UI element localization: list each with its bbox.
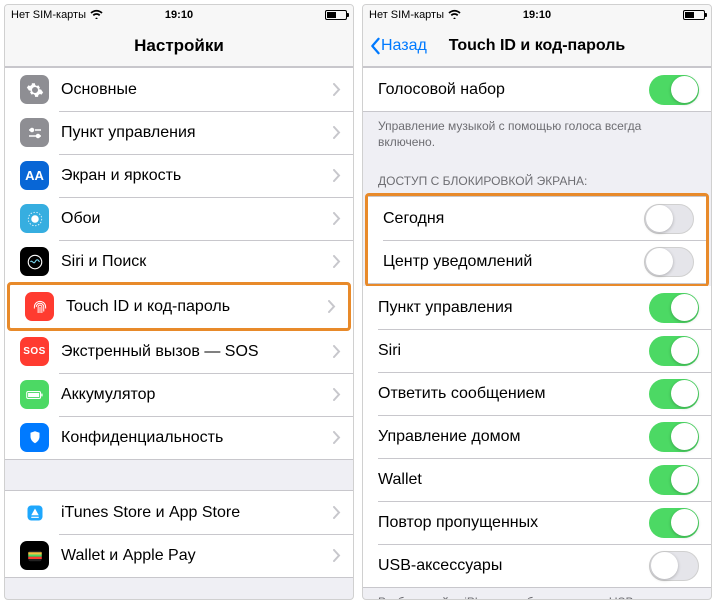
- switch-notif[interactable]: [644, 247, 694, 277]
- highlight-box: Touch ID и код-пароль: [7, 282, 351, 331]
- row-label: Управление домом: [378, 418, 649, 456]
- lock-toggle-siri[interactable]: Siri: [363, 329, 711, 372]
- lock-toggle-cc[interactable]: Пункт управления: [363, 286, 711, 329]
- settings-row-general[interactable]: Основные: [5, 68, 353, 111]
- ctrl-icon: [20, 118, 49, 147]
- settings-row-touchid[interactable]: Touch ID и код-пароль: [10, 285, 348, 328]
- wallet-icon: [20, 541, 49, 570]
- switch-missed[interactable]: [649, 508, 699, 538]
- usb-footer: Разблокируйте iPhone, чтобы разрешить US…: [363, 588, 711, 599]
- switch-siri[interactable]: [649, 336, 699, 366]
- lock-toggle-reply[interactable]: Ответить сообщением: [363, 372, 711, 415]
- battery-icon: [325, 10, 347, 20]
- navbar: Назад Touch ID и код-пароль: [363, 25, 711, 67]
- row-label: Пункт управления: [378, 289, 649, 327]
- voice-dial-row[interactable]: Голосовой набор: [363, 68, 711, 111]
- row-label: Повтор пропущенных: [378, 504, 649, 542]
- settings-row-siri[interactable]: Siri и Поиск: [5, 240, 353, 283]
- clock: 19:10: [523, 9, 551, 21]
- row-label: Ответить сообщением: [378, 375, 649, 413]
- back-label: Назад: [381, 37, 427, 55]
- touch-icon: [25, 292, 54, 321]
- row-label: Siri и Поиск: [61, 243, 333, 281]
- touchid-passcode-screen: Нет SIM-карты 19:10 Назад Touch ID и код…: [362, 4, 712, 600]
- row-label: Touch ID и код-пароль: [66, 288, 328, 326]
- chevron-right-icon: [333, 212, 341, 225]
- row-label: Сегодня: [383, 200, 644, 238]
- row-label: iTunes Store и App Store: [61, 494, 333, 532]
- switch-wallet[interactable]: [649, 465, 699, 495]
- disp-icon: AA: [20, 161, 49, 190]
- itunes-icon: [20, 498, 49, 527]
- status-bar: Нет SIM-карты 19:10: [5, 5, 353, 25]
- priv-icon: [20, 423, 49, 452]
- settings-row-control[interactable]: Пункт управления: [5, 111, 353, 154]
- voice-dial-footer: Управление музыкой с помощью голоса всег…: [363, 112, 711, 160]
- navbar: Настройки: [5, 25, 353, 67]
- chevron-right-icon: [333, 83, 341, 96]
- switch-reply[interactable]: [649, 379, 699, 409]
- back-button[interactable]: Назад: [369, 37, 427, 55]
- settings-row-privacy[interactable]: Конфиденциальность: [5, 416, 353, 459]
- settings-row-itunes[interactable]: iTunes Store и App Store: [5, 491, 353, 534]
- row-label: Голосовой набор: [378, 71, 649, 109]
- lock-toggle-wallet[interactable]: Wallet: [363, 458, 711, 501]
- lockscreen-access-list[interactable]: Голосовой наборУправление музыкой с помо…: [363, 67, 711, 599]
- chevron-right-icon: [333, 126, 341, 139]
- row-label: USB-аксессуары: [378, 547, 649, 585]
- chevron-right-icon: [333, 345, 341, 358]
- batt-icon: [20, 380, 49, 409]
- row-label: Wallet и Apple Pay: [61, 537, 333, 575]
- row-label: Центр уведомлений: [383, 243, 644, 281]
- row-label: Конфиденциальность: [61, 419, 333, 457]
- switch-usb[interactable]: [649, 551, 699, 581]
- lock-access-header: ДОСТУП С БЛОКИРОВКОЙ ЭКРАНА:: [363, 160, 711, 194]
- clock: 19:10: [165, 9, 193, 21]
- chevron-right-icon: [333, 506, 341, 519]
- row-label: Аккумулятор: [61, 376, 333, 414]
- siri-icon: [20, 247, 49, 276]
- switch-home[interactable]: [649, 422, 699, 452]
- chevron-right-icon: [333, 169, 341, 182]
- chevron-right-icon: [333, 255, 341, 268]
- switch-cc[interactable]: [649, 293, 699, 323]
- highlight-box: Сегодня Центр уведомлений: [365, 193, 709, 287]
- row-label: Экстренный вызов — SOS: [61, 333, 333, 371]
- wifi-icon: [448, 9, 461, 22]
- row-label: Основные: [61, 71, 333, 109]
- lock-toggle-today[interactable]: Сегодня: [368, 197, 706, 240]
- settings-root-screen: Нет SIM-карты 19:10 Настройки Основные Пу…: [4, 4, 354, 600]
- lock-toggle-usb[interactable]: USB-аксессуары: [363, 544, 711, 587]
- chevron-right-icon: [333, 431, 341, 444]
- row-label: Экран и яркость: [61, 157, 333, 195]
- chevron-right-icon: [328, 300, 336, 313]
- wall-icon: [20, 204, 49, 233]
- gear-icon: [20, 75, 49, 104]
- switch-today[interactable]: [644, 204, 694, 234]
- sos-icon: SOS: [20, 337, 49, 366]
- battery-icon: [683, 10, 705, 20]
- status-bar: Нет SIM-карты 19:10: [363, 5, 711, 25]
- settings-row-wallpaper[interactable]: Обои: [5, 197, 353, 240]
- carrier-text: Нет SIM-карты: [11, 9, 86, 21]
- carrier-text: Нет SIM-карты: [369, 9, 444, 21]
- row-label: Siri: [378, 332, 649, 370]
- chevron-right-icon: [333, 549, 341, 562]
- settings-list[interactable]: Основные Пункт управления AA Экран и яркост…: [5, 67, 353, 599]
- settings-row-display[interactable]: AA Экран и яркость: [5, 154, 353, 197]
- page-title: Touch ID и код-пароль: [449, 37, 626, 55]
- settings-row-battery[interactable]: Аккумулятор: [5, 373, 353, 416]
- row-label: Пункт управления: [61, 114, 333, 152]
- page-title: Настройки: [134, 36, 224, 56]
- wifi-icon: [90, 9, 103, 22]
- voice-dial-switch[interactable]: [649, 75, 699, 105]
- lock-toggle-missed[interactable]: Повтор пропущенных: [363, 501, 711, 544]
- chevron-right-icon: [333, 388, 341, 401]
- row-label: Wallet: [378, 461, 649, 499]
- settings-row-sos[interactable]: SOS Экстренный вызов — SOS: [5, 330, 353, 373]
- settings-row-wallet[interactable]: Wallet и Apple Pay: [5, 534, 353, 577]
- lock-toggle-notif[interactable]: Центр уведомлений: [368, 240, 706, 283]
- row-label: Обои: [61, 200, 333, 238]
- lock-toggle-home[interactable]: Управление домом: [363, 415, 711, 458]
